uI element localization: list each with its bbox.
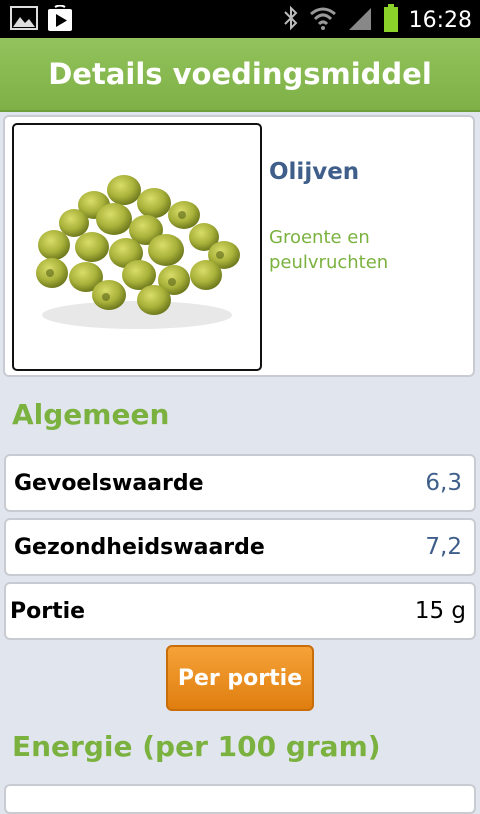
row-label: Gezondheidswaarde [14,535,265,560]
row-gevoelswaarde: Gevoelswaarde 6,3 [4,454,476,512]
status-bar: 16:28 [0,0,480,38]
row-value: 15 g [414,598,466,624]
food-category: Groente en peulvruchten [269,227,389,273]
bluetooth-icon [283,5,299,35]
play-store-icon [46,4,74,37]
food-name: Olijven [269,159,360,185]
row-value: 6,3 [425,470,462,496]
app-header: Details voedingsmiddel [0,38,480,112]
row-portie[interactable]: Portie 15 g [4,582,476,640]
battery-icon [383,4,399,36]
food-image[interactable] [12,123,262,371]
energy-row [4,784,476,814]
section-heading-general: Algemeen [12,398,170,431]
per-portion-button[interactable]: Per portie [166,645,314,711]
row-label: Gevoelswaarde [14,471,204,496]
food-card: Olijven Groente en peulvruchten [3,115,475,377]
row-gezondheidswaarde: Gezondheidswaarde 7,2 [4,518,476,576]
row-value: 7,2 [425,534,462,560]
signal-icon [347,6,373,34]
olives-image [36,175,240,329]
page-title: Details voedingsmiddel [48,57,432,91]
wifi-icon [309,6,337,34]
clock-time: 16:28 [408,7,472,33]
row-label: Portie [10,599,86,624]
section-heading-energy: Energie (per 100 gram) [12,730,381,763]
gallery-icon [10,5,38,37]
